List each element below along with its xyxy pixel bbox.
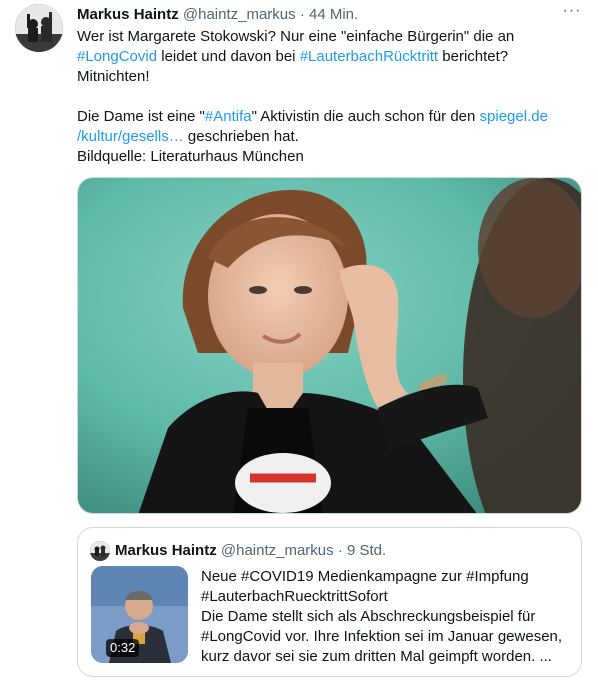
text-segment: berichtet? <box>438 48 509 65</box>
tweet-photo[interactable] <box>77 177 582 514</box>
hashtag-longcovid[interactable]: #LongCovid <box>77 48 157 65</box>
spiegel-link-part2[interactable]: /kultur/gesells… <box>77 128 184 145</box>
quote-author-name[interactable]: Markus Haintz <box>115 542 217 559</box>
tweet-timestamp[interactable]: 44 Min. <box>309 6 358 23</box>
avatar-photo-icon <box>90 541 110 561</box>
text-segment: Wer ist Margarete Stokowski? Nur eine "e… <box>77 28 515 45</box>
text-segment: Die Dame ist eine " <box>77 108 205 125</box>
woman-portrait-photo <box>78 178 581 513</box>
quote-text: Neue #COVID19 Medienkampagne zur #Impfun… <box>201 567 571 667</box>
hashtag-antifa[interactable]: #Antifa <box>205 108 252 125</box>
avatar-photo-icon <box>15 4 63 52</box>
author-handle[interactable]: @haintz_markus <box>183 6 296 23</box>
quote-author-avatar[interactable] <box>90 541 110 561</box>
image-source-text: Bildquelle: Literaturhaus München <box>77 148 304 165</box>
quote-author-handle[interactable]: @haintz_markus <box>221 542 334 559</box>
quote-video-thumbnail[interactable]: 0:32 <box>91 566 188 663</box>
quote-line: kurz davor sei sie zum dritten Mal geimp… <box>201 648 552 665</box>
quote-header: Markus Haintz @haintz_markus · 9 Std. <box>115 541 386 561</box>
video-duration-badge: 0:32 <box>106 639 140 657</box>
text-segment: geschrieben hat. <box>183 128 299 145</box>
more-options-icon[interactable]: ··· <box>562 3 582 24</box>
quote-line: #LauterbachRuecktrittSofort <box>201 588 388 605</box>
tweet[interactable]: Markus Haintz @haintz_markus · 44 Min. ·… <box>0 0 598 687</box>
spiegel-link-part1[interactable]: spiegel.de <box>480 108 548 125</box>
quoted-tweet[interactable]: Markus Haintz @haintz_markus · 9 Std. 0:… <box>77 527 582 677</box>
quote-line: #LongCovid vor. Ihre Infektion sei im Ja… <box>201 628 563 645</box>
hashtag-lauterbach-ruecktritt[interactable]: #LauterbachRücktritt <box>300 48 438 65</box>
separator-dot: · <box>299 6 305 23</box>
author-name[interactable]: Markus Haintz <box>77 6 179 23</box>
quote-line: Neue #COVID19 Medienkampagne zur #Impfun… <box>201 568 529 585</box>
quote-timestamp[interactable]: 9 Std. <box>347 542 386 559</box>
tweet-header: Markus Haintz @haintz_markus · 44 Min. <box>77 5 580 25</box>
author-avatar[interactable] <box>15 4 63 52</box>
tweet-text: Wer ist Margarete Stokowski? Nur eine "e… <box>77 27 577 167</box>
text-segment: " Aktivistin die auch schon für den <box>251 108 480 125</box>
text-segment: leidet und davon bei <box>157 48 300 65</box>
text-segment: Mitnichten! <box>77 68 150 85</box>
separator-dot: · <box>337 542 343 559</box>
quote-line: Die Dame stellt sich als Abschreckungsbe… <box>201 608 536 625</box>
